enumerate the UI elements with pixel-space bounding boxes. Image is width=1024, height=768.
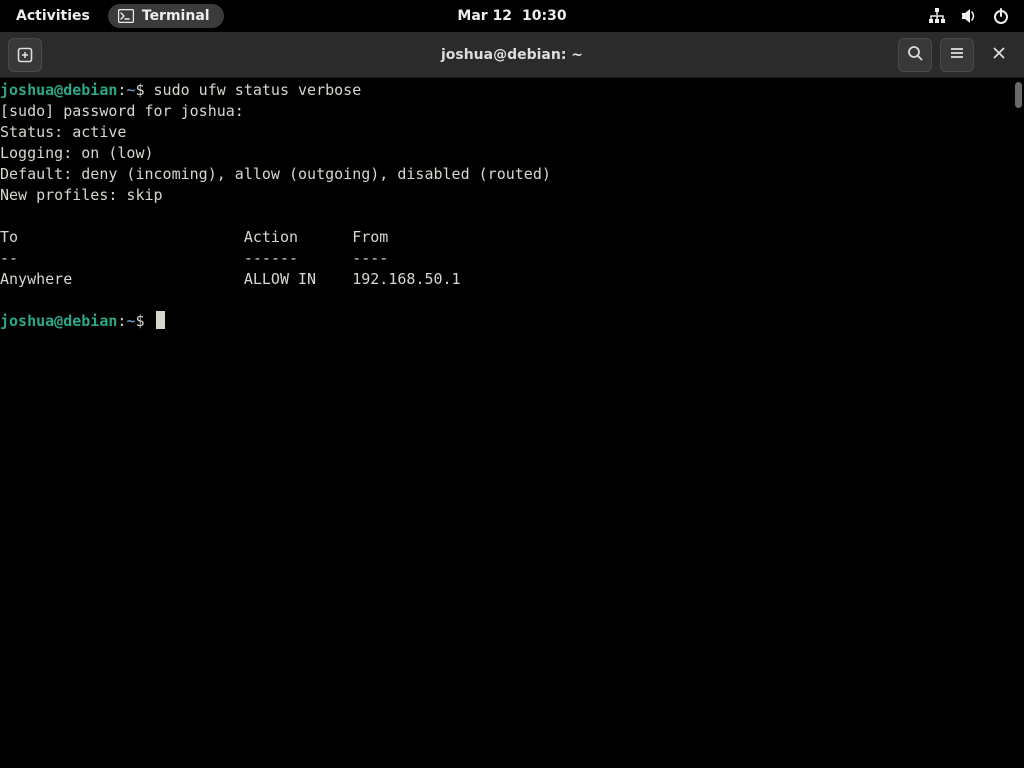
window-title: joshua@debian: ~ [441, 47, 583, 63]
activities-button[interactable]: Activities [8, 4, 98, 28]
output-line [0, 290, 1012, 311]
output-line: Anywhere ALLOW IN 192.168.50.1 [0, 269, 1012, 290]
terminal[interactable]: joshua@debian:~$ sudo ufw status verbose… [0, 78, 1012, 768]
network-icon[interactable] [928, 7, 946, 25]
volume-icon[interactable] [960, 7, 978, 25]
output-line: Status: active [0, 122, 1012, 143]
prompt-symbol: $ [135, 312, 144, 330]
close-icon [992, 45, 1006, 64]
output-line: To Action From [0, 227, 1012, 248]
clock[interactable]: Mar 12 10:30 [457, 8, 566, 24]
date-label: Mar 12 [457, 8, 512, 24]
window-titlebar: joshua@debian: ~ [0, 32, 1024, 78]
cursor [156, 311, 165, 329]
prompt-user-host: joshua@debian [0, 81, 117, 99]
gnome-topbar: Activities Terminal Mar 12 10:30 [0, 0, 1024, 32]
terminal-icon [118, 9, 134, 23]
output-line [0, 206, 1012, 227]
time-label: 10:30 [522, 8, 567, 24]
scroll-thumb[interactable] [1015, 82, 1022, 108]
hamburger-icon [949, 45, 965, 65]
active-app-label: Terminal [142, 8, 210, 24]
command-text: sudo ufw status verbose [145, 81, 362, 99]
new-tab-button[interactable] [8, 38, 42, 72]
output-line: New profiles: skip [0, 185, 1012, 206]
search-icon [907, 45, 923, 65]
prompt-user-host: joshua@debian [0, 312, 117, 330]
power-icon[interactable] [992, 7, 1010, 25]
output-line: [sudo] password for joshua: [0, 101, 1012, 122]
prompt-symbol: $ [135, 81, 144, 99]
scrollbar[interactable] [1012, 78, 1024, 768]
search-button[interactable] [898, 38, 932, 72]
output-line: Logging: on (low) [0, 143, 1012, 164]
output-line: Default: deny (incoming), allow (outgoin… [0, 164, 1012, 185]
close-button[interactable] [982, 38, 1016, 72]
menu-button[interactable] [940, 38, 974, 72]
active-app-pill[interactable]: Terminal [108, 4, 224, 28]
terminal-viewport: joshua@debian:~$ sudo ufw status verbose… [0, 78, 1024, 768]
output-line: -- ------ ---- [0, 248, 1012, 269]
